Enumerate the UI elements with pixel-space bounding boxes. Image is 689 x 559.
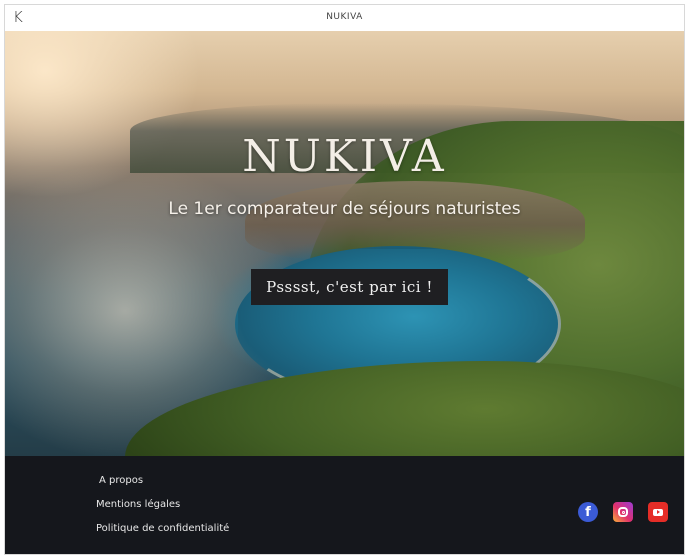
hero-section: NUKIVA Le 1er comparateur de séjours nat… [5,31,684,456]
footer-link-about[interactable]: A propos [96,474,229,498]
hero-title: NUKIVA [242,131,447,182]
top-bar: K NUKIVA [5,5,684,32]
facebook-icon[interactable]: f [578,502,598,522]
header-brand: NUKIVA [326,12,363,22]
footer-links: A propos Mentions légales Politique de c… [96,474,229,546]
youtube-icon[interactable] [648,502,668,522]
browser-frame: K NUKIVA NUKIVA Le 1er comparateur de sé… [4,4,685,555]
hero-subtitle: Le 1er comparateur de séjours naturistes [168,199,521,219]
social-links: f [578,502,668,522]
instagram-icon[interactable] [613,502,633,522]
footer: A propos Mentions légales Politique de c… [5,456,684,554]
footer-link-privacy-policy[interactable]: Politique de confidentialité [96,522,229,546]
footer-link-legal-notice[interactable]: Mentions légales [96,498,229,522]
cta-button[interactable]: Psssst, c'est par ici ! [251,269,448,305]
